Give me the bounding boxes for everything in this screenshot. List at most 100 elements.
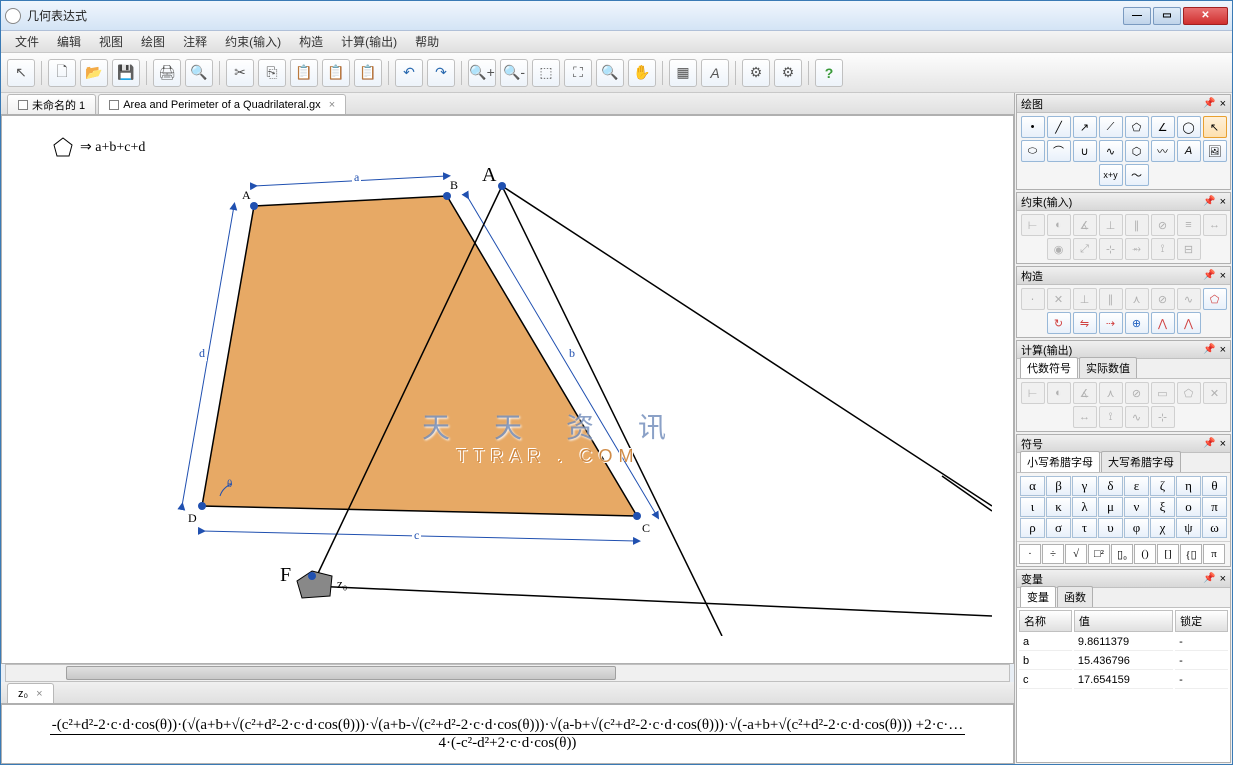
- c-mid[interactable]: ⟟: [1151, 238, 1175, 260]
- draw-angle[interactable]: ∠: [1151, 116, 1175, 138]
- zoom-rect-button[interactable]: ⬚: [532, 59, 560, 87]
- menu-constraint[interactable]: 约束(输入): [217, 31, 289, 52]
- grid-button[interactable]: ▦: [669, 59, 697, 87]
- tab-quadrilateral[interactable]: Area and Perimeter of a Quadrilateral.gx…: [98, 94, 346, 114]
- c-slope[interactable]: ⤢: [1073, 238, 1097, 260]
- zoom-in-button[interactable]: 🔍+: [468, 59, 496, 87]
- settings1-button[interactable]: ⚙: [742, 59, 770, 87]
- zoom-out-button[interactable]: 🔍-: [500, 59, 528, 87]
- close-icon[interactable]: ×: [1220, 344, 1226, 356]
- draw-point[interactable]: •: [1021, 116, 1045, 138]
- comp-11[interactable]: ∿: [1125, 406, 1149, 428]
- con-trans[interactable]: ⇢: [1099, 312, 1123, 334]
- table-row[interactable]: a9.8611379-: [1019, 634, 1228, 651]
- draw-curve[interactable]: ∿: [1099, 140, 1123, 162]
- greek-β[interactable]: β: [1046, 476, 1071, 496]
- pin-icon[interactable]: 📌: [1203, 573, 1215, 584]
- c-dist[interactable]: ↔: [1203, 214, 1227, 236]
- close-icon[interactable]: ×: [1220, 573, 1226, 585]
- close-icon[interactable]: ×: [1220, 196, 1226, 208]
- paste2-button[interactable]: 📋: [322, 59, 350, 87]
- comp-12[interactable]: ⊹: [1151, 406, 1175, 428]
- col-name[interactable]: 名称: [1019, 610, 1072, 632]
- con-mid[interactable]: ⋅: [1021, 288, 1045, 310]
- comp-1[interactable]: ⊢: [1021, 382, 1045, 404]
- zoom-page-button[interactable]: 🔍: [596, 59, 624, 87]
- open-button[interactable]: 📂: [80, 59, 108, 87]
- con-trace[interactable]: ⋀: [1151, 312, 1175, 334]
- comp-3[interactable]: ∡: [1073, 382, 1097, 404]
- greek-ψ[interactable]: ψ: [1176, 518, 1201, 538]
- greek-π[interactable]: π: [1202, 497, 1227, 517]
- c-ratio[interactable]: ⊟: [1177, 238, 1201, 260]
- greek-ε[interactable]: ε: [1124, 476, 1149, 496]
- symbol-tab-upper[interactable]: 大写希腊字母: [1101, 451, 1181, 472]
- mathop[interactable]: π: [1203, 544, 1225, 564]
- formula-tab-z0[interactable]: z₀ ×: [7, 683, 54, 703]
- pin-icon[interactable]: 📌: [1203, 344, 1215, 355]
- close-icon[interactable]: ×: [1220, 270, 1226, 282]
- close-icon[interactable]: ×: [1220, 98, 1226, 110]
- cut-button[interactable]: ✂: [226, 59, 254, 87]
- mathop[interactable]: √: [1065, 544, 1087, 564]
- comp-9[interactable]: ↔: [1073, 406, 1097, 428]
- c-rad[interactable]: ◐: [1047, 214, 1071, 236]
- mathop[interactable]: □²: [1088, 544, 1110, 564]
- vars-tab-funcs[interactable]: 函数: [1057, 586, 1093, 607]
- pin-icon[interactable]: 📌: [1203, 98, 1215, 109]
- draw-polygon[interactable]: ⬠: [1125, 116, 1149, 138]
- c-eq[interactable]: ≡: [1177, 214, 1201, 236]
- draw-vector[interactable]: ↗: [1073, 116, 1097, 138]
- point-f[interactable]: [308, 572, 316, 580]
- c-par[interactable]: ∥: [1125, 214, 1149, 236]
- col-value[interactable]: 值: [1074, 610, 1173, 632]
- menu-edit[interactable]: 编辑: [49, 31, 89, 52]
- con-rot[interactable]: ↻: [1047, 312, 1071, 334]
- compute-tab-numeric[interactable]: 实际数值: [1079, 357, 1137, 378]
- comp-8[interactable]: ✕: [1203, 382, 1227, 404]
- close-icon[interactable]: ×: [1220, 438, 1226, 450]
- draw-image[interactable]: 🖼: [1203, 140, 1227, 162]
- con-dil[interactable]: ⊕: [1125, 312, 1149, 334]
- c-ang[interactable]: ∡: [1073, 214, 1097, 236]
- menu-file[interactable]: 文件: [7, 31, 47, 52]
- close-button[interactable]: ✕: [1183, 7, 1228, 25]
- greek-τ[interactable]: τ: [1072, 518, 1097, 538]
- print-button[interactable]: 🖨: [153, 59, 181, 87]
- draw-ellipse[interactable]: ⬭: [1021, 140, 1045, 162]
- menu-compute[interactable]: 计算(输出): [333, 31, 405, 52]
- draw-text[interactable]: A: [1177, 140, 1201, 162]
- pin-icon[interactable]: 📌: [1203, 196, 1215, 207]
- menu-view[interactable]: 视图: [91, 31, 131, 52]
- draw-circle[interactable]: ◯: [1177, 116, 1201, 138]
- draw-select[interactable]: ↖: [1203, 116, 1227, 138]
- con-locus[interactable]: ∿: [1177, 288, 1201, 310]
- con-trace2[interactable]: ⋀: [1177, 312, 1201, 334]
- greek-ο[interactable]: ο: [1176, 497, 1201, 517]
- undo-button[interactable]: ↶: [395, 59, 423, 87]
- draw-func[interactable]: 〰: [1151, 140, 1175, 162]
- geometry-canvas[interactable]: ⇒ a+b+c+d: [1, 115, 1014, 664]
- greek-υ[interactable]: υ: [1098, 518, 1123, 538]
- comp-6[interactable]: ▭: [1151, 382, 1175, 404]
- greek-ι[interactable]: ι: [1020, 497, 1045, 517]
- table-row[interactable]: b15.436796-: [1019, 653, 1228, 670]
- c-len[interactable]: ⊢: [1021, 214, 1045, 236]
- mathop[interactable]: (): [1134, 544, 1156, 564]
- con-int[interactable]: ✕: [1047, 288, 1071, 310]
- compute-tab-symbolic[interactable]: 代数符号: [1020, 357, 1078, 378]
- point-a2[interactable]: [498, 182, 506, 190]
- mathop[interactable]: ▯₀: [1111, 544, 1133, 564]
- greek-ρ[interactable]: ρ: [1020, 518, 1045, 538]
- zoom-fit-button[interactable]: ⛶: [564, 59, 592, 87]
- comp-5[interactable]: ⊘: [1125, 382, 1149, 404]
- tab-untitled[interactable]: 未命名的 1: [7, 94, 96, 114]
- c-perp[interactable]: ⊥: [1099, 214, 1123, 236]
- con-par[interactable]: ∥: [1099, 288, 1123, 310]
- help-button[interactable]: ?: [815, 59, 843, 87]
- point-a[interactable]: [250, 202, 258, 210]
- greek-ν[interactable]: ν: [1124, 497, 1149, 517]
- draw-line[interactable]: ⟋: [1099, 116, 1123, 138]
- pan-button[interactable]: ✋: [628, 59, 656, 87]
- draw-more[interactable]: 〜: [1125, 164, 1149, 186]
